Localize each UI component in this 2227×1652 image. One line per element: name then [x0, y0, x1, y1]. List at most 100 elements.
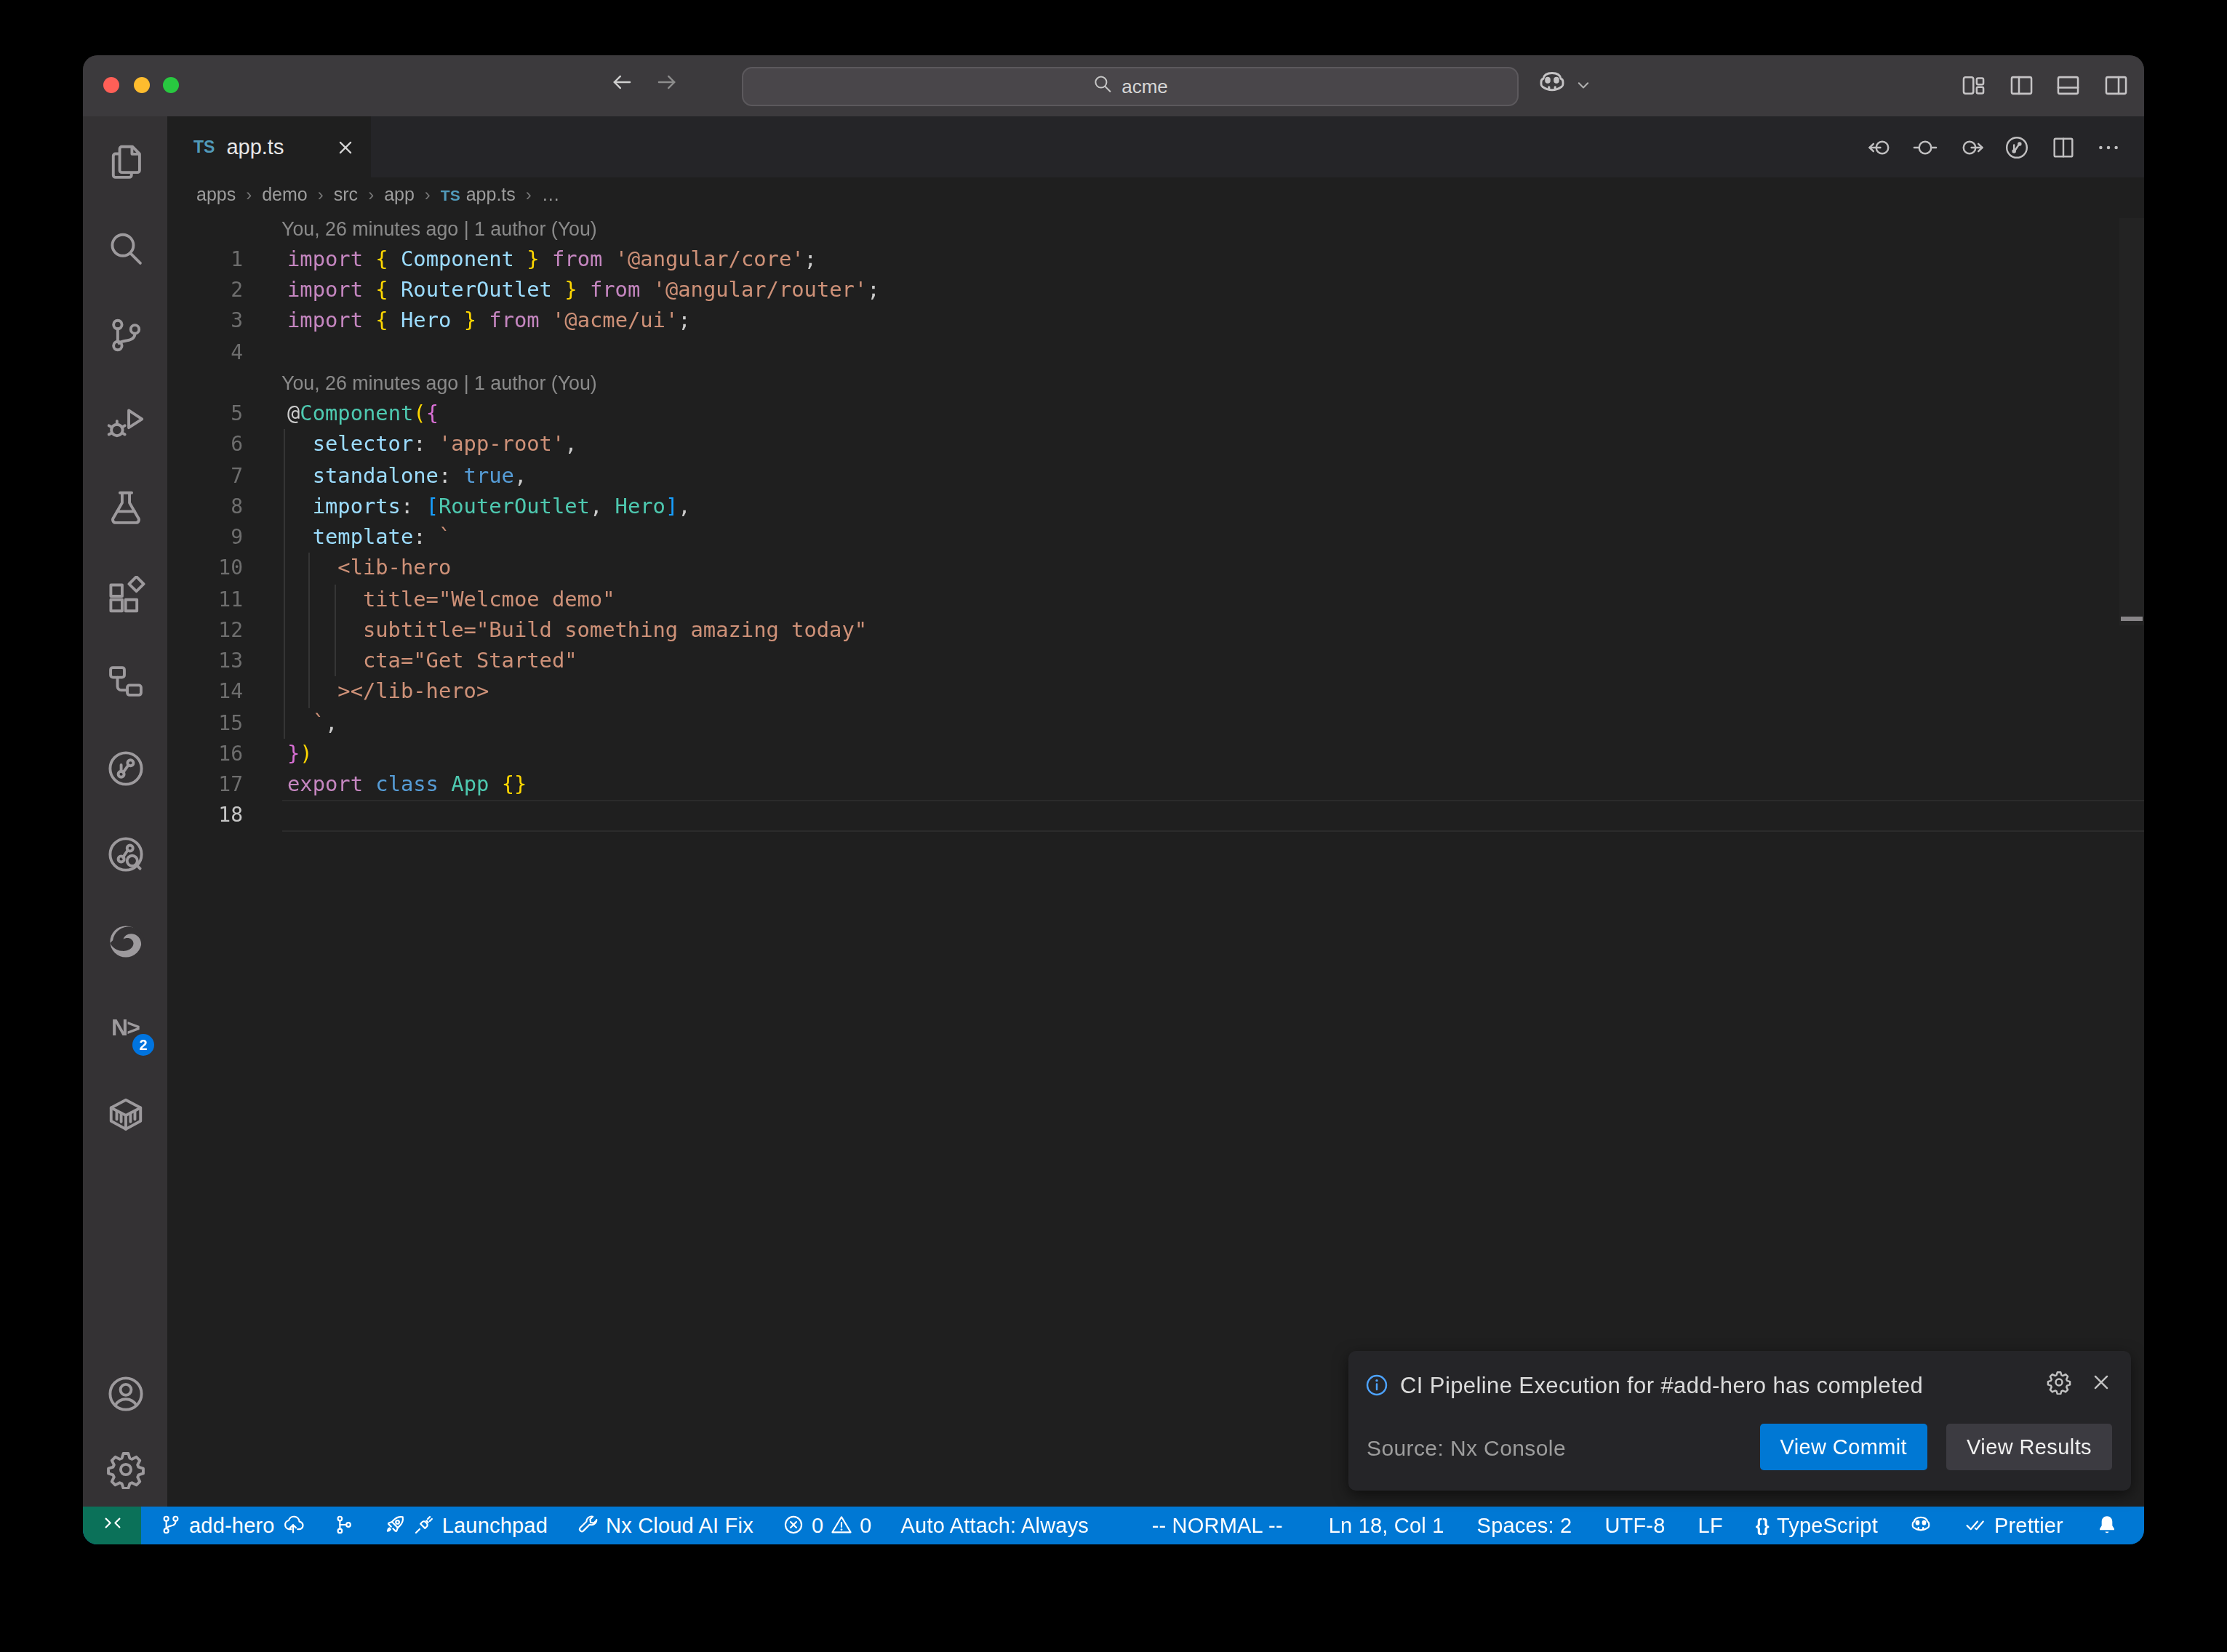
line-number: 8	[167, 492, 243, 523]
status-encoding[interactable]: UTF-8	[1604, 1514, 1665, 1537]
bell-icon	[2096, 1515, 2118, 1536]
status-auto-attach[interactable]: Auto Attach: Always	[901, 1514, 1089, 1537]
status-eol[interactable]: LF	[1698, 1514, 1723, 1537]
code-line-16: 16})	[167, 739, 2144, 770]
breadcrumb-item-src[interactable]: src	[334, 185, 358, 206]
layout-sidebar-right-icon[interactable]	[2103, 73, 2128, 98]
activity-item-testing[interactable]	[83, 465, 167, 552]
close-window-button[interactable]	[103, 77, 119, 93]
breadcrumb-item-[interactable]: …	[542, 185, 560, 206]
breadcrumb-separator: ›	[318, 185, 324, 206]
breadcrumb-item-app[interactable]: app	[384, 185, 415, 206]
status-branch[interactable]: add-hero	[160, 1514, 304, 1537]
line-number: 12	[167, 615, 243, 646]
activity-item-nx-project-graph[interactable]	[83, 725, 167, 811]
minimize-window-button[interactable]	[133, 77, 149, 93]
code-editor[interactable]: You, 26 minutes ago | 1 author (You)1imp…	[167, 213, 2144, 1507]
maximize-window-button[interactable]	[162, 77, 178, 93]
remote-indicator[interactable]	[83, 1507, 141, 1544]
info-icon	[1364, 1373, 1388, 1398]
history-back-button[interactable]	[609, 71, 634, 101]
status-language[interactable]: {}TypeScript	[1756, 1514, 1878, 1537]
status-indentation[interactable]: Spaces: 2	[1477, 1514, 1572, 1537]
status-vim-mode[interactable]: -- NORMAL --	[1152, 1514, 1283, 1537]
wrench-icon	[577, 1515, 599, 1536]
nav-back-circle-icon[interactable]	[1867, 135, 1892, 159]
line-number: 9	[167, 522, 243, 553]
tab-app-ts[interactable]: TS app.ts	[167, 116, 371, 177]
history-forward-button[interactable]	[655, 71, 679, 101]
line-number: 18	[167, 801, 243, 832]
code-line-6: 6 selector: 'app-root',	[167, 430, 2144, 461]
command-center-search[interactable]: acme	[742, 66, 1519, 105]
activity-item-explorer[interactable]	[83, 119, 167, 206]
status-label: -- NORMAL --	[1152, 1514, 1283, 1537]
breadcrumb-item-apps[interactable]: apps	[196, 185, 236, 206]
activity-item-settings[interactable]	[83, 1431, 167, 1507]
warning-triangle-icon	[831, 1515, 852, 1536]
activity-item-run-debug[interactable]	[83, 379, 167, 465]
git-blame-annotation: You, 26 minutes ago | 1 author (You)	[167, 213, 2144, 244]
activity-item-nx-console[interactable]: N>2	[83, 985, 167, 1071]
layout-sidebar-left-icon[interactable]	[2008, 73, 2034, 98]
activity-badge: 2	[132, 1033, 154, 1055]
activity-item-nx-graph-search[interactable]	[83, 811, 167, 898]
status-nx-cloud-fix[interactable]: Nx Cloud AI Fix	[577, 1514, 753, 1537]
git-graph-icon	[333, 1515, 355, 1536]
activity-item-source-control[interactable]	[83, 292, 167, 379]
notification-settings-icon[interactable]	[2047, 1370, 2071, 1400]
breadcrumb-item-demo[interactable]: demo	[262, 185, 308, 206]
line-number: 2	[167, 275, 243, 306]
line-number: 1	[167, 244, 243, 276]
layout-customize-icon[interactable]	[1961, 73, 1986, 98]
activity-bar: N>2	[83, 116, 167, 1507]
breadcrumb-item-appts[interactable]: TSapp.ts	[441, 185, 516, 206]
status-problems[interactable]: 00	[783, 1514, 872, 1537]
line-number: 5	[167, 398, 243, 430]
code-line-3: 3import { Hero } from '@acme/ui';	[167, 306, 2144, 337]
copilot-menu[interactable]	[1538, 55, 1591, 116]
status-cursor-position[interactable]: Ln 18, Col 1	[1329, 1514, 1444, 1537]
notification-button-view-commit[interactable]: View Commit	[1759, 1424, 1927, 1470]
nav-neutral-circle-icon[interactable]	[1913, 135, 1938, 159]
breadcrumb-separator: ›	[368, 185, 374, 206]
activity-item-containers[interactable]	[83, 1071, 167, 1158]
activity-item-project-details[interactable]	[83, 638, 167, 725]
screen: acme N>2 TS app.ts	[0, 0, 2227, 1652]
split-editor-icon[interactable]	[2050, 135, 2075, 159]
typescript-file-icon: TS	[193, 138, 215, 156]
nav-fwd-circle-icon[interactable]	[1959, 135, 1983, 159]
code-line-5: 5@Component({	[167, 398, 2144, 430]
search-value: acme	[1122, 75, 1168, 97]
status-label: LF	[1698, 1514, 1723, 1537]
remote-icon	[101, 1512, 123, 1539]
status-launchpad[interactable]: Launchpad	[384, 1514, 548, 1537]
activity-item-extensions[interactable]	[83, 552, 167, 638]
status-formatter[interactable]: Prettier	[1965, 1514, 2063, 1537]
breadcrumb-separator: ›	[425, 185, 431, 206]
status-copilot[interactable]	[1911, 1515, 1932, 1536]
ellipsis-icon[interactable]	[2096, 135, 2121, 159]
code-line-17: 17export class App {}	[167, 769, 2144, 801]
status-label: Prettier	[1994, 1514, 2063, 1537]
nx-ring-branch-icon[interactable]	[2004, 135, 2029, 159]
status-git-graph[interactable]	[333, 1515, 355, 1536]
editor-scrollbar[interactable]	[2119, 218, 2144, 625]
status-notifications[interactable]	[2096, 1515, 2118, 1536]
indent-guide-0	[283, 430, 284, 739]
indent-guide-2	[334, 584, 335, 677]
line-number: 4	[167, 337, 243, 368]
code-line-12: 12 subtitle="Build something amazing tod…	[167, 615, 2144, 646]
tab-label: app.ts	[226, 135, 284, 159]
status-label: add-hero	[189, 1514, 275, 1537]
line-number: 3	[167, 306, 243, 337]
notification-button-view-results[interactable]: View Results	[1946, 1424, 2112, 1470]
activity-item-edge-devtools[interactable]	[83, 898, 167, 985]
layout-panel-icon[interactable]	[2055, 73, 2081, 98]
close-tab-icon[interactable]	[333, 135, 356, 159]
overview-ruler-cursor-mark	[2121, 617, 2143, 621]
activity-item-search[interactable]	[83, 206, 167, 292]
code-line-13: 13 cta="Get Started"	[167, 646, 2144, 677]
notification-close-icon[interactable]	[2089, 1370, 2114, 1400]
activity-item-accounts[interactable]	[83, 1355, 167, 1431]
